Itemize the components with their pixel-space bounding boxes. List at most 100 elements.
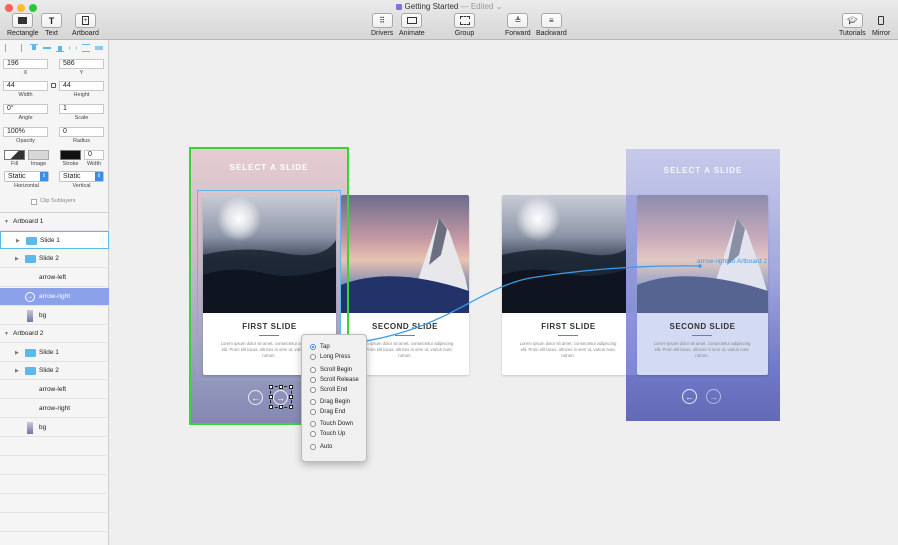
stroke-width-label: Width [86,161,102,167]
rectangle-icon [18,17,28,24]
clip-sublayers-checkbox[interactable] [31,199,37,205]
forward-label: Forward [505,30,531,37]
group-button[interactable]: Group [454,13,475,37]
layer-label: arrow-right [39,405,71,412]
layer-bg[interactable]: bg [0,307,109,325]
x-field[interactable]: 196 [3,59,48,69]
vertical-select-value: Static [63,173,81,180]
tutorials-button[interactable]: 🎓︎ Tutorials [839,13,866,37]
radio-icon [310,367,316,373]
menu-item-label: Touch Down [320,421,354,427]
folder-icon [25,367,36,375]
menu-item-label: Long Press [320,354,351,360]
layer-arrow-right[interactable]: → arrow-right [0,288,109,306]
drivers-icon: ⠿ [379,16,385,25]
angle-label: Angle [18,115,33,121]
layer-slide-1[interactable]: ▶ Slide 1 [0,231,109,249]
layer-arrow-left[interactable]: arrow-left [0,269,109,287]
lock-icon[interactable] [51,83,56,88]
image-well[interactable] [28,150,49,160]
width-field[interactable]: 44 [3,81,48,91]
height-label: Height [73,92,90,98]
align-bottom-icon[interactable] [56,44,64,52]
y-label: Y [79,70,84,76]
rectangle-button[interactable]: Rectangle [7,13,39,37]
layer-arrow-right-ab2[interactable]: arrow-right [0,400,109,418]
artboard-icon: + [81,16,89,25]
x-label: X [23,70,28,76]
radio-icon [310,444,316,450]
edited-status: — Edited ⌄ [460,2,503,11]
image-label: Image [30,161,47,167]
gradient-thumbnail-icon [27,310,33,322]
layer-label: Slide 1 [39,349,59,356]
align-left-icon[interactable] [5,44,13,52]
radio-icon [310,431,316,437]
empty-row [0,514,109,532]
layer-slide-2[interactable]: ▶ Slide 2 [0,250,109,268]
menu-item-label: Scroll End [320,387,348,393]
radio-icon [310,421,316,427]
artboard-button[interactable]: + Artboard [72,13,99,37]
layer-arrow-left-ab2[interactable]: arrow-left [0,381,109,399]
layer-slide-2-ab2[interactable]: ▶ Slide 2 [0,362,109,380]
empty-row [0,476,109,494]
trigger-menu[interactable]: Tap Long Press Scroll Begin Scroll Relea… [301,334,367,462]
layer-artboard-1[interactable]: ▼ Artboard 1 [0,213,109,231]
align-middle-icon[interactable] [43,44,51,52]
layer-bg-ab2[interactable]: bg [0,419,109,437]
scale-field[interactable]: 1 [59,104,104,114]
fill-color-well[interactable] [4,150,25,160]
backward-button[interactable]: ≡ Backward [536,13,567,37]
stroke-color-well[interactable] [60,150,81,160]
layer-label: bg [39,424,47,431]
toolbar: Getting Started — Edited ⌄ Rectangle T T… [0,0,898,40]
animate-button[interactable]: Animate [399,13,425,37]
height-field[interactable]: 44 [59,81,104,91]
radio-icon [310,354,316,360]
menu-item-label: Scroll Begin [320,367,353,373]
distribute-horizontal-icon[interactable] [69,44,77,52]
horizontal-constraint-select[interactable]: Static ⇕ [4,171,49,182]
stroke-label: Stroke [62,161,79,167]
align-center-h-icon[interactable] [17,44,25,52]
folder-icon [26,237,37,245]
menu-item-label: Drag End [320,409,346,415]
mirror-button[interactable]: Mirror [872,13,890,37]
align-top-icon[interactable] [30,44,38,52]
horizontal-label: Horizontal [14,183,39,189]
disclosure-right-icon: ▶ [15,368,19,374]
document-icon [395,3,402,10]
drivers-label: Drivers [371,30,394,37]
arrow-right-circle-icon: → [25,292,35,302]
distribute-spacing-icon[interactable] [95,44,103,52]
layer-label: arrow-right [39,293,71,300]
clip-sublayers-label: Clip Sublayers [40,198,76,204]
vertical-constraint-select[interactable]: Static ⇕ [59,171,104,182]
opacity-field[interactable]: 100% [3,127,48,137]
text-button[interactable]: T Text [41,13,62,37]
menu-item-label: Touch Up [320,431,346,437]
fill-label: Fill [10,161,19,167]
layer-artboard-2[interactable]: ▼ Artboard 2 [0,325,109,343]
forward-button[interactable]: ≜ Forward [505,13,531,37]
stroke-width-field[interactable]: 0 [84,150,104,160]
angle-field[interactable]: 0° [3,104,48,114]
canvas[interactable]: SELECT A SLIDE FIRST SLIDE Lorem ipsum d… [110,40,898,545]
layer-label: arrow-left [39,274,67,281]
radius-label: Radius [72,138,91,144]
layer-label: Slide 1 [40,237,60,244]
empty-row [0,457,109,475]
chevron-updown-icon: ⇕ [95,172,103,181]
backward-icon: ≡ [549,16,554,25]
distribute-vertical-icon[interactable] [82,44,90,52]
folder-icon [25,349,36,357]
backward-label: Backward [536,30,567,37]
chevron-updown-icon: ⇕ [40,172,48,181]
radius-field[interactable]: 0 [59,127,104,137]
disclosure-down-icon: ▼ [4,219,9,225]
empty-row [0,438,109,456]
layer-slide-1-ab2[interactable]: ▶ Slide 1 [0,344,109,362]
drivers-button[interactable]: ⠿ Drivers [371,13,393,37]
y-field[interactable]: 586 [59,59,104,69]
